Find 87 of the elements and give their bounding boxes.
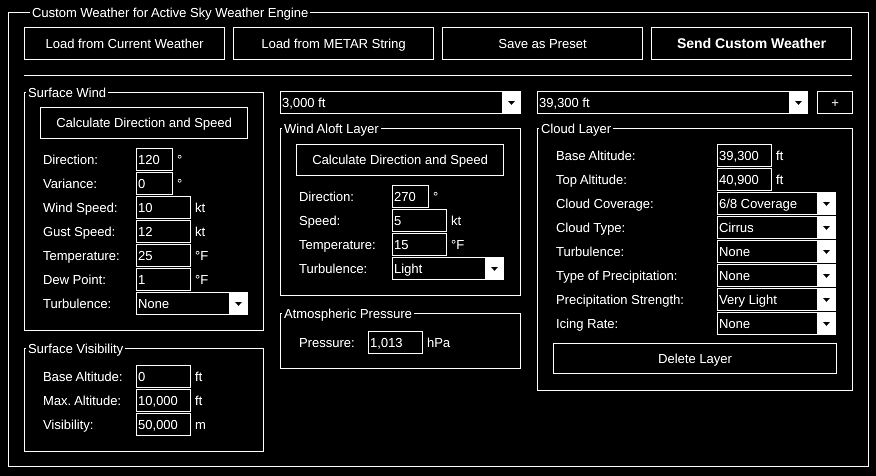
input-field[interactable]: 270 [392, 185, 429, 208]
dropdown[interactable]: Light [392, 257, 504, 280]
group-title: Surface Wind [27, 85, 108, 100]
calculate-button[interactable]: Calculate Direction and Speed [40, 107, 248, 139]
unit-label: °F [195, 270, 208, 289]
field-label: Base Altitude: [556, 146, 636, 165]
caret-icon [508, 100, 514, 104]
caret-icon [490, 266, 498, 270]
unit-label: hPa [427, 334, 450, 352]
field-label: Type of Precipitation: [556, 266, 678, 285]
unit-label: ° [433, 188, 438, 206]
delete-layer-button[interactable]: Delete Layer [553, 343, 837, 374]
window-title: Custom Weather for Active Sky Weather Engine [31, 5, 310, 20]
input-field[interactable]: 0 [136, 365, 191, 388]
field-label: Base Altitude: [43, 368, 124, 386]
input-field[interactable]: 12 [136, 220, 191, 243]
caret-icon [794, 100, 802, 104]
caret-icon [822, 298, 830, 302]
field-label: Wind Speed: [43, 198, 118, 217]
field-label: Top Altitude: [556, 170, 628, 189]
field-label: Turbulence: [43, 294, 112, 313]
add-layer-button[interactable]: + [817, 91, 853, 114]
field-label: Temperature: [43, 246, 121, 265]
caret-icon [822, 274, 830, 278]
field-label: Icing Rate: [556, 314, 620, 333]
unit-label: kt [451, 212, 462, 230]
group-title: Surface Visibility [27, 341, 124, 356]
unit-label: ft [776, 170, 784, 189]
dropdown[interactable]: Cirrus [717, 216, 836, 239]
input-field[interactable]: 40,900 [717, 168, 772, 191]
field-label: Turbulence: [556, 242, 626, 261]
field-label: Dew Point: [43, 270, 107, 289]
input-field[interactable]: 5 [392, 209, 447, 232]
action-button[interactable]: Save as Preset [442, 27, 643, 60]
unit-label: °F [451, 236, 464, 254]
dropdown[interactable]: None [717, 312, 836, 335]
input-field[interactable]: 25 [136, 244, 191, 267]
unit-label: ft [195, 368, 202, 386]
field-label: Max. Altitude: [43, 392, 122, 410]
unit-label: ° [177, 150, 182, 169]
caret-icon [822, 226, 830, 230]
field-label: Pressure: [299, 334, 356, 352]
input-field[interactable]: 120 [136, 148, 173, 171]
group-title: Wind Aloft Layer [283, 121, 380, 136]
input-field[interactable]: 0 [136, 172, 173, 195]
caret-icon [822, 250, 830, 254]
unit-label: ° [177, 174, 182, 193]
field-label: Direction: [43, 150, 99, 169]
field-label: Temperature: [299, 236, 377, 254]
field-label: Speed: [299, 212, 342, 230]
unit-label: kt [195, 222, 206, 241]
unit-label: kt [195, 198, 206, 217]
field-label: Cloud Coverage: [556, 194, 655, 213]
unit-label: °F [195, 246, 208, 265]
group-title: Atmospheric Pressure [283, 306, 413, 321]
unit-label: ft [776, 146, 784, 165]
action-button[interactable]: Load from METAR String [233, 27, 434, 60]
calculate-button[interactable]: Calculate Direction and Speed [296, 144, 504, 176]
unit-label: m [195, 416, 206, 434]
field-label: Precipitation Strength: [556, 290, 685, 309]
action-button[interactable]: Send Custom Weather [651, 27, 852, 60]
dropdown[interactable]: None [717, 240, 836, 263]
group-title: Cloud Layer [540, 121, 612, 136]
field-label: Direction: [299, 188, 355, 206]
action-button[interactable]: Load from Current Weather [24, 27, 225, 60]
dropdown[interactable]: 39,300 ft [537, 91, 808, 114]
dropdown[interactable]: None [717, 264, 836, 287]
field-label: Variance: [43, 174, 98, 193]
dropdown[interactable]: Very Light [717, 288, 836, 311]
field-label: Gust Speed: [43, 222, 116, 241]
dropdown[interactable]: 3,000 ft [280, 91, 521, 114]
caret-icon [822, 202, 830, 206]
input-field[interactable]: 39,300 [717, 144, 772, 167]
input-field[interactable]: 10 [136, 196, 191, 219]
caret-icon [234, 302, 242, 306]
dropdown[interactable]: None [136, 292, 248, 315]
dropdown[interactable]: 6/8 Coverage [717, 192, 836, 215]
caret-icon [822, 322, 830, 326]
input-field[interactable]: 15 [392, 233, 447, 256]
input-field[interactable]: 1,013 [368, 331, 423, 354]
input-field[interactable]: 50,000 [136, 413, 191, 436]
unit-label: ft [195, 392, 202, 410]
input-field[interactable]: 1 [136, 268, 191, 291]
field-label: Cloud Type: [556, 218, 626, 237]
input-field[interactable]: 10,000 [136, 389, 191, 412]
field-label: Visibility: [43, 416, 94, 434]
field-label: Turbulence: [299, 260, 368, 278]
